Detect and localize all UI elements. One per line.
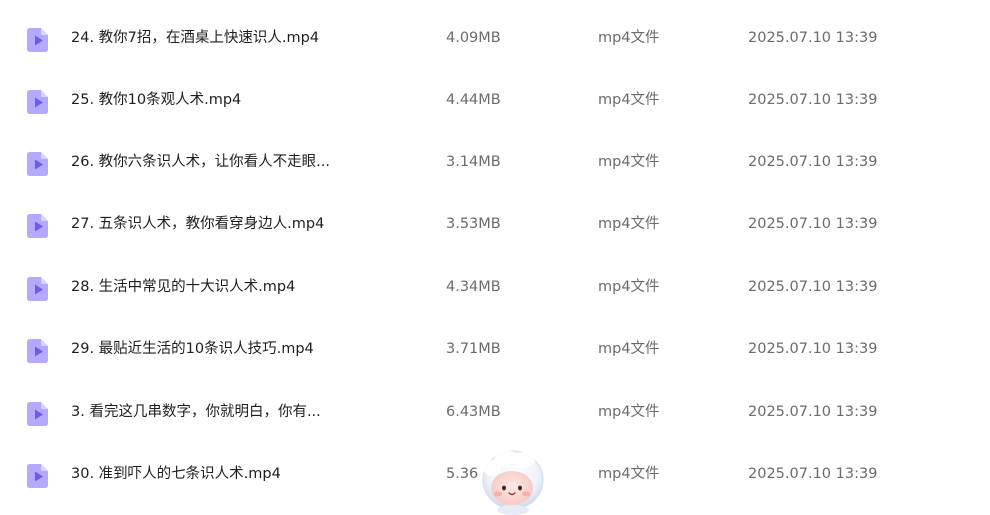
file-date: 2025.07.10 13:39 — [748, 154, 878, 170]
file-type: mp4文件 — [598, 279, 660, 295]
file-type: mp4文件 — [598, 216, 660, 232]
file-name: 26. 教你六条识人术，让你看人不走眼... — [71, 154, 330, 170]
file-type: mp4文件 — [598, 466, 660, 482]
video-file-icon — [27, 214, 48, 238]
video-file-icon — [27, 277, 48, 301]
file-date: 2025.07.10 13:39 — [748, 279, 878, 295]
file-row[interactable]: 24. 教你7招，在酒桌上快速识人.mp4 4.09MB mp4文件 2025.… — [0, 7, 990, 69]
file-type: mp4文件 — [598, 404, 660, 420]
file-name: 28. 生活中常见的十大识人术.mp4 — [71, 279, 296, 295]
file-date: 2025.07.10 13:39 — [748, 341, 878, 357]
file-row[interactable]: 26. 教你六条识人术，让你看人不走眼... 3.14MB mp4文件 2025… — [0, 131, 990, 193]
file-row[interactable]: 3. 看完这几串数字，你就明白，你有... 6.43MB mp4文件 2025.… — [0, 381, 990, 443]
file-name: 30. 准到吓人的七条识人术.mp4 — [71, 466, 281, 482]
assistant-mascot-icon[interactable] — [478, 446, 548, 515]
file-date: 2025.07.10 13:39 — [748, 216, 878, 232]
file-size: 3.53MB — [446, 216, 501, 232]
file-row[interactable]: 29. 最贴近生活的10条识人技巧.mp4 3.71MB mp4文件 2025.… — [0, 318, 990, 380]
file-name: 29. 最贴近生活的10条识人技巧.mp4 — [71, 341, 314, 357]
file-size: 4.44MB — [446, 92, 501, 108]
video-file-icon — [27, 152, 48, 176]
file-date: 2025.07.10 13:39 — [748, 30, 878, 46]
file-row[interactable]: 28. 生活中常见的十大识人术.mp4 4.34MB mp4文件 2025.07… — [0, 256, 990, 318]
video-file-icon — [27, 464, 48, 488]
file-size: 4.34MB — [446, 279, 501, 295]
video-file-icon — [27, 402, 48, 426]
file-size: 3.71MB — [446, 341, 501, 357]
file-row[interactable]: 25. 教你10条观人术.mp4 4.44MB mp4文件 2025.07.10… — [0, 69, 990, 131]
file-size: 4.09MB — [446, 30, 501, 46]
file-name: 25. 教你10条观人术.mp4 — [71, 92, 242, 108]
file-date: 2025.07.10 13:39 — [748, 404, 878, 420]
file-type: mp4文件 — [598, 30, 660, 46]
video-file-icon — [27, 339, 48, 363]
file-type: mp4文件 — [598, 341, 660, 357]
file-size: 3.14MB — [446, 154, 501, 170]
file-type: mp4文件 — [598, 92, 660, 108]
file-date: 2025.07.10 13:39 — [748, 92, 878, 108]
file-date: 2025.07.10 13:39 — [748, 466, 878, 482]
file-type: mp4文件 — [598, 154, 660, 170]
file-size: 6.43MB — [446, 404, 501, 420]
file-name: 24. 教你7招，在酒桌上快速识人.mp4 — [71, 30, 320, 46]
file-row[interactable]: 27. 五条识人术，教你看穿身边人.mp4 3.53MB mp4文件 2025.… — [0, 193, 990, 255]
file-name: 27. 五条识人术，教你看穿身边人.mp4 — [71, 216, 325, 232]
file-name: 3. 看完这几串数字，你就明白，你有... — [71, 404, 321, 420]
video-file-icon — [27, 28, 48, 52]
file-size: 5.36 — [446, 466, 479, 482]
file-list: 24. 教你7招，在酒桌上快速识人.mp4 4.09MB mp4文件 2025.… — [0, 0, 990, 515]
video-file-icon — [27, 90, 48, 114]
